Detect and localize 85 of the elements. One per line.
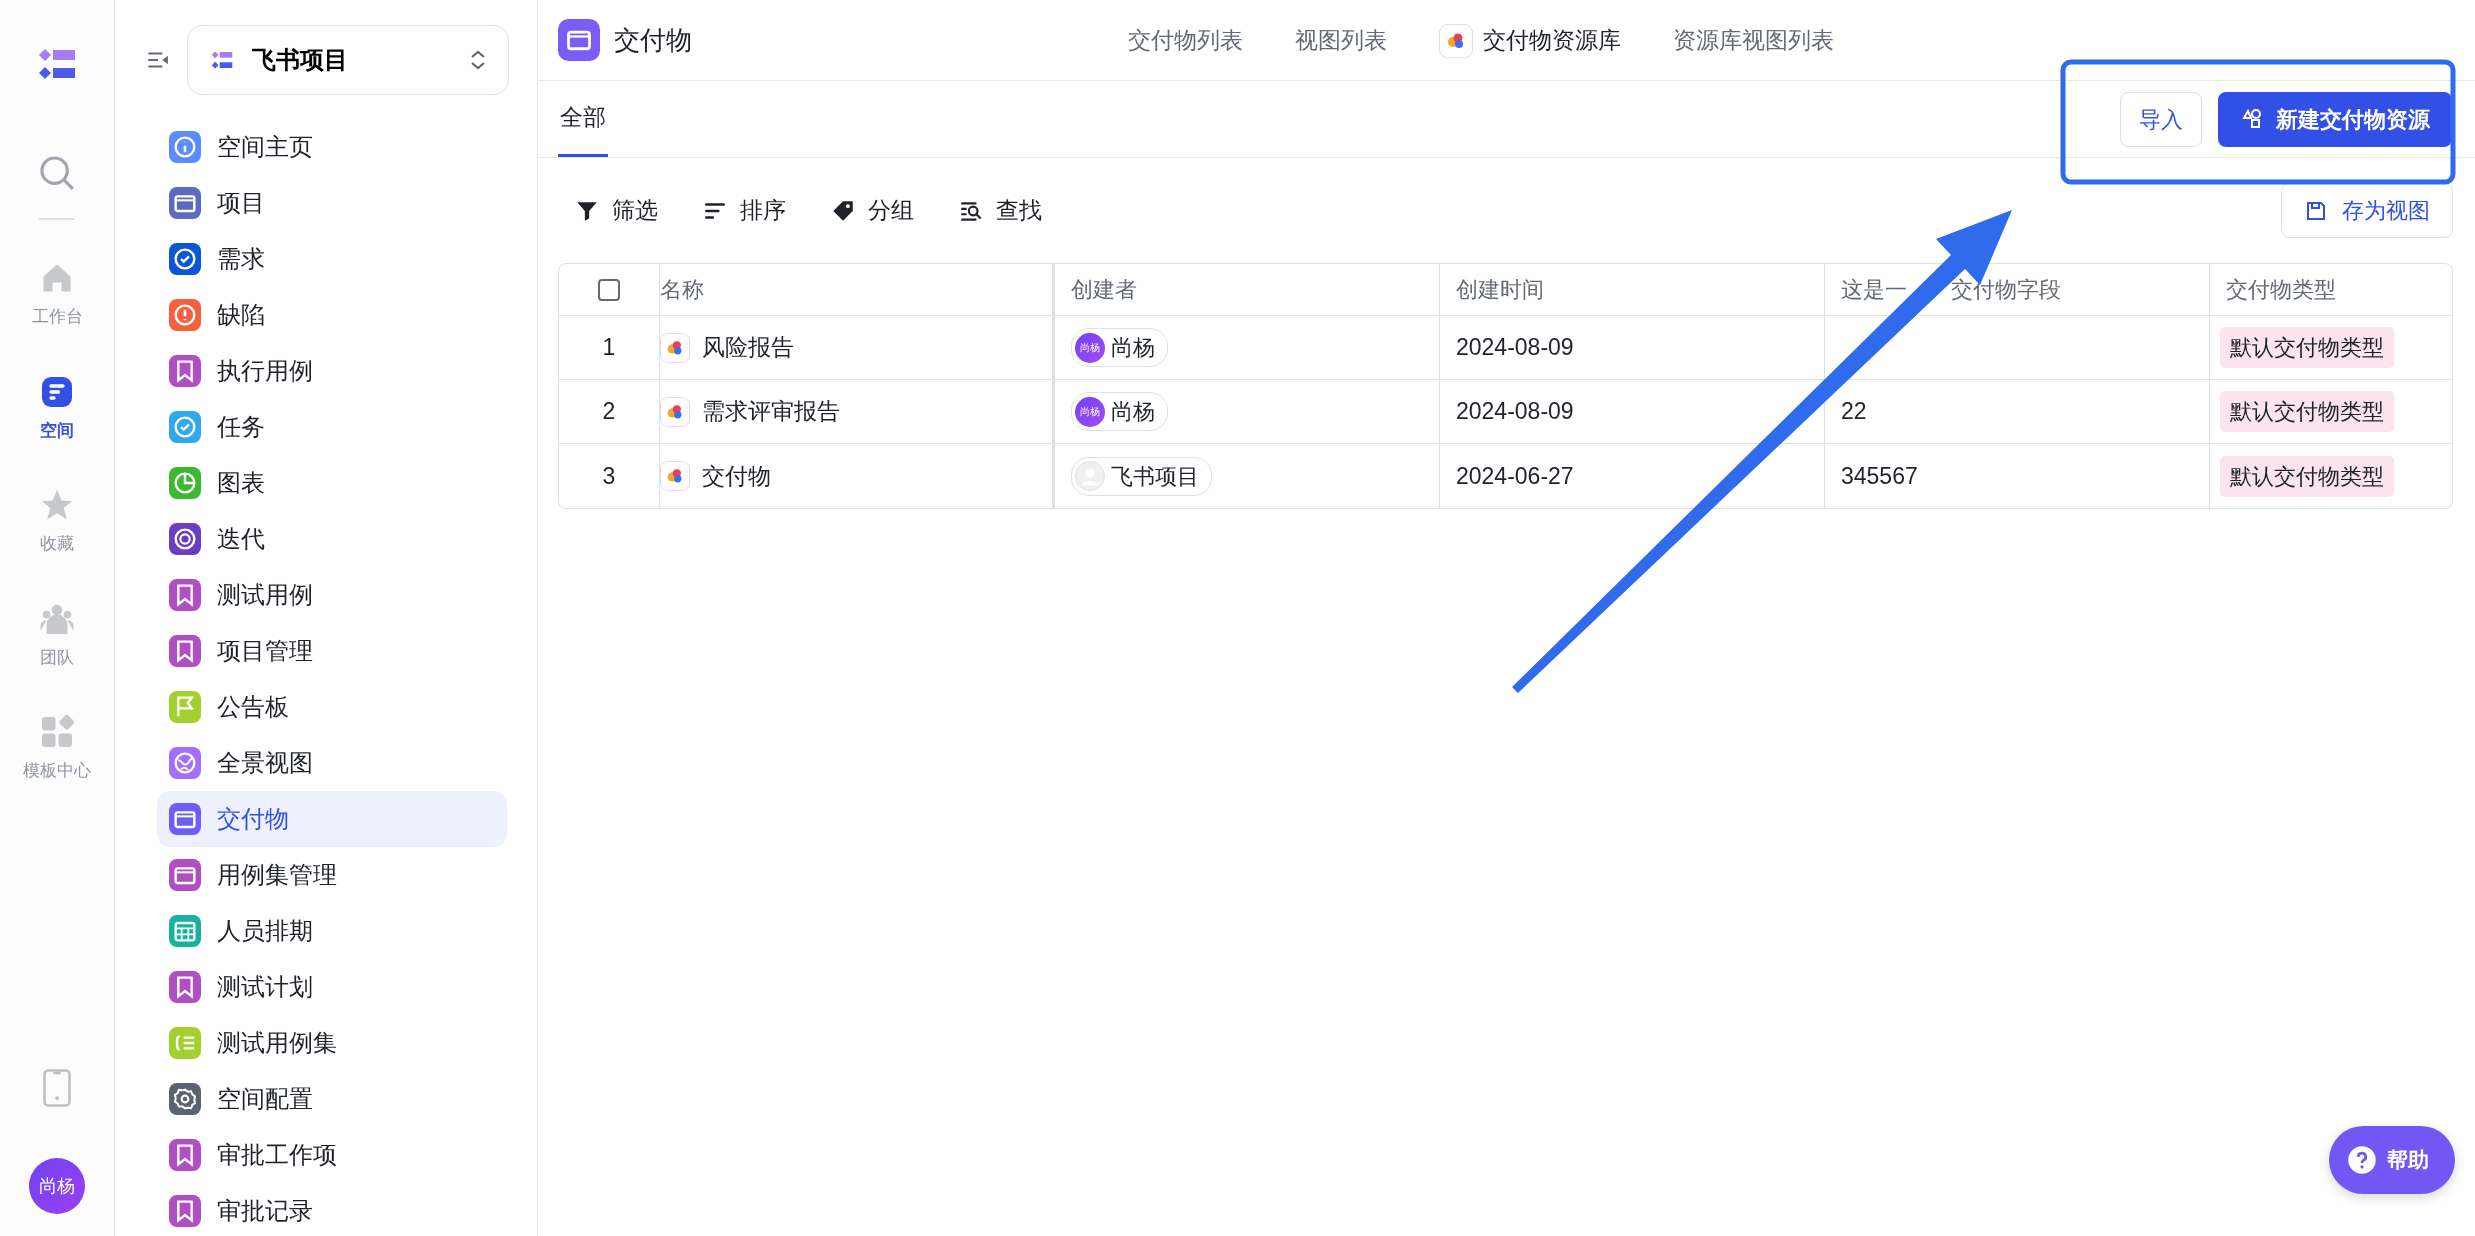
row-number: 3 — [602, 461, 616, 491]
header-tab[interactable]: 视图列表 — [1295, 23, 1387, 58]
user-avatar[interactable]: 尚杨 — [29, 1158, 85, 1214]
pie-chart-icon — [169, 467, 201, 499]
space-switcher[interactable]: 飞书项目 — [187, 25, 509, 95]
type-tag: 默认交付物类型 — [2220, 391, 2394, 432]
nav-item[interactable]: 审批工作项 — [157, 1127, 507, 1183]
nav-item[interactable]: 空间配置 — [157, 1071, 507, 1127]
toolbar-button[interactable]: 分组 — [830, 193, 914, 228]
nav-item[interactable]: 测试用例集 — [157, 1015, 507, 1071]
bookmark-icon — [169, 971, 201, 1003]
nav-item[interactable]: 人员排期 — [157, 903, 507, 959]
nav-item[interactable]: 审批记录 — [157, 1183, 507, 1236]
nav-item[interactable]: 项目管理 — [157, 623, 507, 679]
nav-item[interactable]: 公告板 — [157, 679, 507, 735]
select-all-checkbox[interactable] — [598, 278, 620, 301]
nav-item[interactable]: 全景视图 — [157, 735, 507, 791]
page-title: 交付物 — [614, 23, 692, 57]
nav-item[interactable]: 任务 — [157, 399, 507, 455]
grid-icon — [39, 714, 75, 750]
date-cell-text: 2024-08-09 — [1456, 333, 1574, 363]
nav-item[interactable]: 测试用例 — [157, 567, 507, 623]
bookmark-icon — [169, 635, 201, 667]
toolbar-button[interactable]: 查找 — [958, 193, 1042, 228]
nav-item[interactable]: 测试计划 — [157, 959, 507, 1015]
name-cell[interactable]: 需求评审报告 — [702, 394, 840, 429]
bookmark-icon — [169, 579, 201, 611]
user-avatar: 尚杨 — [1075, 396, 1105, 427]
nav-item[interactable]: 执行用例 — [157, 343, 507, 399]
user-avatar: 尚杨 — [1075, 332, 1105, 363]
date-cell-text: 2024-08-09 — [1456, 397, 1574, 427]
alert-icon — [169, 299, 201, 331]
header-tab[interactable]: 交付物资源库 — [1439, 23, 1621, 58]
bookmark-icon — [169, 1139, 201, 1171]
view-tab[interactable]: 全部 — [558, 81, 608, 157]
column-header: 这是一 — [1841, 276, 1907, 304]
rail-item[interactable]: 空间 — [39, 373, 75, 443]
bookmark-icon — [169, 1195, 201, 1227]
creator-chip[interactable]: 尚杨 尚杨 — [1071, 392, 1168, 431]
column-header: 交付物类型 — [2226, 276, 2336, 304]
calendar-icon — [169, 915, 201, 947]
nav-item[interactable]: 交付物 — [157, 791, 507, 847]
column-header: 创建时间 — [1456, 276, 1544, 304]
toolbar-button[interactable]: 排序 — [702, 193, 786, 228]
name-cell[interactable]: 风险报告 — [702, 330, 794, 365]
type-tag: 默认交付物类型 — [2220, 327, 2394, 368]
shapes-icon — [2240, 107, 2264, 131]
creator-chip[interactable]: 飞书项目 — [1071, 456, 1212, 496]
field-cell-text: 22 — [1841, 397, 1867, 427]
info-icon — [169, 131, 201, 163]
nav-item[interactable]: 迭代 — [157, 511, 507, 567]
folder-icon — [169, 187, 201, 219]
nav-item[interactable]: 缺陷 — [157, 287, 507, 343]
folder-icon — [169, 859, 201, 891]
import-button[interactable]: 导入 — [2120, 91, 2202, 147]
cycle-icon — [169, 523, 201, 555]
folder-icon — [169, 803, 201, 835]
create-button[interactable]: 新建交付物资源 — [2218, 91, 2452, 147]
folder-icon — [558, 19, 600, 61]
header-tab[interactable]: 资源库视图列表 — [1673, 23, 1834, 58]
column-header: 创建者 — [1071, 276, 1137, 304]
bookmark-icon — [169, 355, 201, 387]
date-cell-text: 2024-06-27 — [1456, 461, 1574, 491]
toolbar-button[interactable]: 筛选 — [574, 193, 658, 228]
save-view-button[interactable]: 存为视图 — [2281, 183, 2453, 238]
creator-chip[interactable]: 尚杨 尚杨 — [1071, 328, 1168, 367]
nav-item[interactable]: 空间主页 — [157, 119, 507, 175]
gear-icon — [169, 1083, 201, 1115]
help-icon — [2347, 1145, 2377, 1175]
flag-icon — [169, 691, 201, 723]
list-icon — [169, 1027, 201, 1059]
row-number: 2 — [602, 397, 616, 427]
row-number: 1 — [602, 333, 616, 363]
name-cell[interactable]: 交付物 — [702, 458, 771, 494]
nav-item[interactable]: 需求 — [157, 231, 507, 287]
nav-item[interactable]: 用例集管理 — [157, 847, 507, 903]
help-button[interactable]: 帮助 — [2329, 1126, 2455, 1194]
column-header: 名称 — [660, 276, 704, 304]
type-tag: 默认交付物类型 — [2220, 455, 2394, 497]
person-icon — [1075, 461, 1105, 491]
globe-icon — [169, 747, 201, 779]
header-tab[interactable]: 交付物列表 — [1128, 23, 1243, 58]
nav-item[interactable]: 图表 — [157, 455, 507, 511]
field-cell-text: 345567 — [1841, 461, 1918, 491]
nav-item[interactable]: 项目 — [157, 175, 507, 231]
